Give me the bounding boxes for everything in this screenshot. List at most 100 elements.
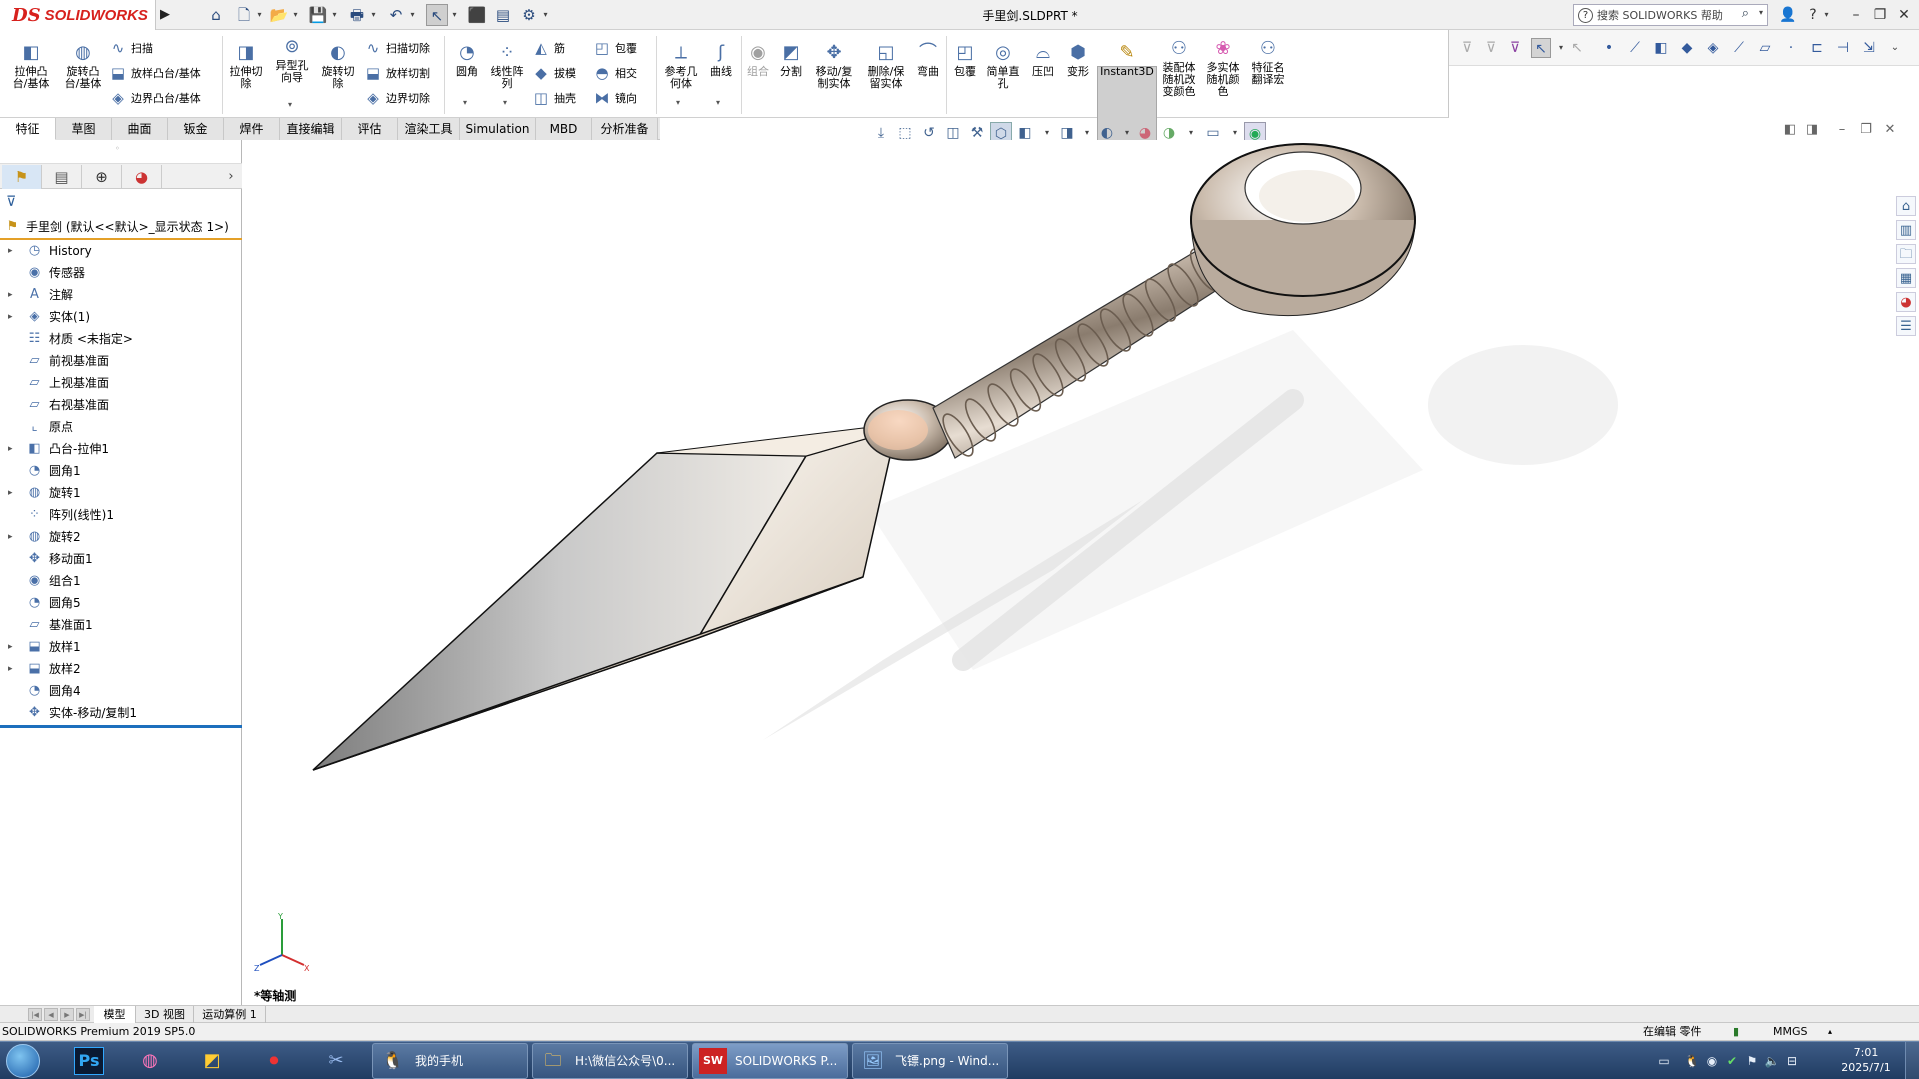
draft-button[interactable]: ◆ 拔模 <box>531 62 576 84</box>
app-pinned-icon[interactable]: ◩ <box>190 1045 234 1077</box>
security-icon[interactable]: ✔ <box>1724 1053 1740 1069</box>
multibody-random-color-button[interactable]: ❀ 多实体 随机颜 色 <box>1203 38 1243 98</box>
tree-item[interactable]: ✥ 实体-移动/复制1 <box>0 702 242 724</box>
display-manager-tab-icon[interactable]: ◕ <box>122 165 162 189</box>
first-tab-icon[interactable]: |◀ <box>28 1008 42 1021</box>
tree-root-part[interactable]: ⚑ 手里剑 (默认<<默认>_显示状态 1>) <box>0 216 242 238</box>
solid-filter-icon[interactable]: ◈ <box>1703 38 1723 58</box>
tile-right-icon[interactable]: ◨ <box>1802 122 1822 137</box>
help-icon[interactable]: ? <box>1803 4 1823 26</box>
curves-dropdown-icon[interactable]: ▾ <box>716 98 720 107</box>
tree-expand-icon[interactable]: ▸ <box>8 438 18 460</box>
toolbar-overflow-icon[interactable]: ⌄ <box>1885 38 1905 58</box>
sketch-segment-filter-icon[interactable]: ⊏ <box>1807 38 1827 58</box>
solidworks-resources-icon[interactable]: ⌂ <box>1896 196 1916 216</box>
combine-button[interactable]: ◉ 组合 <box>743 42 773 78</box>
midpoint-filter-icon[interactable]: ⊣ <box>1833 38 1853 58</box>
fillet-dropdown-icon[interactable]: ▾ <box>463 98 467 107</box>
tree-expand-icon[interactable]: ▸ <box>8 306 18 328</box>
tab-surfaces[interactable]: 曲面 <box>112 118 168 140</box>
open-icon[interactable]: 📂 <box>268 4 290 26</box>
tree-expand-icon[interactable]: ▸ <box>8 658 18 680</box>
graphics-area[interactable] <box>243 140 1896 1006</box>
filter-toggle-icon[interactable]: ⊽ <box>1481 38 1501 58</box>
save-icon[interactable]: 💾 <box>307 4 329 26</box>
assembly-random-color-button[interactable]: ⚇ 装配体 随机改 变颜色 <box>1159 38 1199 98</box>
shell-button[interactable]: ◫ 抽壳 <box>531 87 576 109</box>
search-icon[interactable]: ⌕ <box>1742 6 1749 21</box>
tab-mbd[interactable]: MBD <box>536 118 592 140</box>
edge-filter-icon[interactable]: ⟋ <box>1625 38 1645 58</box>
tree-item[interactable]: ▸ ⬓ 放样2 <box>0 658 242 680</box>
options-dropdown-icon[interactable]: ▾ <box>541 4 550 26</box>
tree-item[interactable]: ◉ 传感器 <box>0 262 242 284</box>
design-library-icon[interactable]: ▥ <box>1896 220 1916 240</box>
close-icon[interactable]: ✕ <box>1894 4 1914 26</box>
new-document-icon[interactable]: 🗋 <box>233 4 255 26</box>
simple-hole-button[interactable]: ◎ 简单直 孔 <box>982 42 1024 90</box>
hole-wizard-dropdown-icon[interactable]: ▾ <box>288 100 292 109</box>
tab-3d-views[interactable]: 3D 视图 <box>136 1006 194 1023</box>
file-properties-icon[interactable]: ▤ <box>492 4 514 26</box>
filter-icon[interactable]: ⊽ <box>1457 38 1477 58</box>
tree-item[interactable]: ▱ 前视基准面 <box>0 350 242 372</box>
tree-item[interactable]: ▸ ◈ 实体(1) <box>0 306 242 328</box>
tree-item[interactable]: ▸ ◍ 旋转1 <box>0 482 242 504</box>
intersect-button[interactable]: ◓ 相交 <box>592 62 637 84</box>
tree-item[interactable]: ▱ 基准面1 <box>0 614 242 636</box>
tree-item[interactable]: ▸ A 注解 <box>0 284 242 306</box>
file-explorer-icon[interactable]: 🗀 <box>1896 244 1916 264</box>
lofted-cut-button[interactable]: ⬓ 放样切割 <box>363 62 430 84</box>
tree-item[interactable]: ▱ 右视基准面 <box>0 394 242 416</box>
tab-direct-editing[interactable]: 直接编辑 <box>280 118 342 140</box>
tab-features[interactable]: 特征 <box>0 118 56 140</box>
taskbar-app-phone[interactable]: 🐧 我的手机 <box>372 1043 528 1079</box>
custom-properties-icon[interactable]: ☰ <box>1896 316 1916 336</box>
tree-filter-icon[interactable]: ⊽ <box>6 194 16 210</box>
tree-item[interactable]: ◔ 圆角1 <box>0 460 242 482</box>
tree-item[interactable]: ✥ 移动面1 <box>0 548 242 570</box>
tree-item[interactable]: ◔ 圆角5 <box>0 592 242 614</box>
curves-button[interactable]: ʃ 曲线 <box>703 42 739 78</box>
filter-color-icon[interactable]: ⊽ <box>1505 38 1525 58</box>
boundary-cut-button[interactable]: ◈ 边界切除 <box>363 87 430 109</box>
face-filter-icon[interactable]: ◧ <box>1651 38 1671 58</box>
user-icon[interactable]: 👤 <box>1778 4 1798 26</box>
undo-icon[interactable]: ↶ <box>385 4 407 26</box>
flex-button[interactable]: ⌒ 弯曲 <box>913 42 943 78</box>
view-palette-icon[interactable]: ▦ <box>1896 268 1916 288</box>
doc-close-icon[interactable]: ✕ <box>1880 122 1900 137</box>
wrap-button[interactable]: ◰ 包覆 <box>950 42 980 78</box>
solidworks-logo[interactable]: DS SOLIDWORKS <box>0 0 156 30</box>
plane-filter-icon[interactable]: ▱ <box>1755 38 1775 58</box>
tool-pinned-icon[interactable]: ✂ <box>314 1045 358 1077</box>
tab-sketch[interactable]: 草图 <box>56 118 112 140</box>
logo-menu-arrow-icon[interactable]: ▶ <box>158 5 172 25</box>
minimize-icon[interactable]: – <box>1846 4 1866 26</box>
tab-model[interactable]: 模型 <box>94 1006 136 1023</box>
tree-item[interactable]: ▸ ⬓ 放样1 <box>0 636 242 658</box>
loft-boss-button[interactable]: ⬓ 放样凸台/基体 <box>108 62 201 84</box>
taskbar-app-image[interactable]: 🖼 飞镖.png - Wind... <box>852 1043 1008 1079</box>
ref-geometry-dropdown-icon[interactable]: ▾ <box>676 98 680 107</box>
network-icon[interactable]: ⊟ <box>1784 1053 1800 1069</box>
rib-button[interactable]: ◭ 筋 <box>531 37 565 59</box>
split-button[interactable]: ◩ 分割 <box>775 42 807 78</box>
last-tab-icon[interactable]: ▶| <box>76 1008 90 1021</box>
volume-icon[interactable]: 🔈 <box>1764 1053 1780 1069</box>
start-button[interactable] <box>6 1044 40 1078</box>
indent-button[interactable]: ⌓ 压凹 <box>1027 42 1059 78</box>
new-dropdown-icon[interactable]: ▾ <box>255 4 264 26</box>
revolve-boss-button[interactable]: ◍ 旋转凸 台/基体 <box>58 42 108 90</box>
tree-item[interactable]: ◔ 圆角4 <box>0 680 242 702</box>
recorder-icon[interactable]: ⏺ <box>252 1045 296 1077</box>
tile-left-icon[interactable]: ◧ <box>1780 122 1800 137</box>
wrap-small-button[interactable]: ◰ 包覆 <box>592 37 637 59</box>
help-dropdown-icon[interactable]: ▾ <box>1822 4 1831 26</box>
feature-manager-tab-icon[interactable]: ⚑ <box>2 165 42 189</box>
property-manager-tab-icon[interactable]: ▤ <box>42 165 82 189</box>
configuration-manager-tab-icon[interactable]: ⊕ <box>82 165 122 189</box>
units-dropdown-icon[interactable]: ▴ <box>1828 1024 1832 1040</box>
tree-expand-icon[interactable]: ▸ <box>8 636 18 658</box>
tab-evaluate[interactable]: 评估 <box>342 118 398 140</box>
